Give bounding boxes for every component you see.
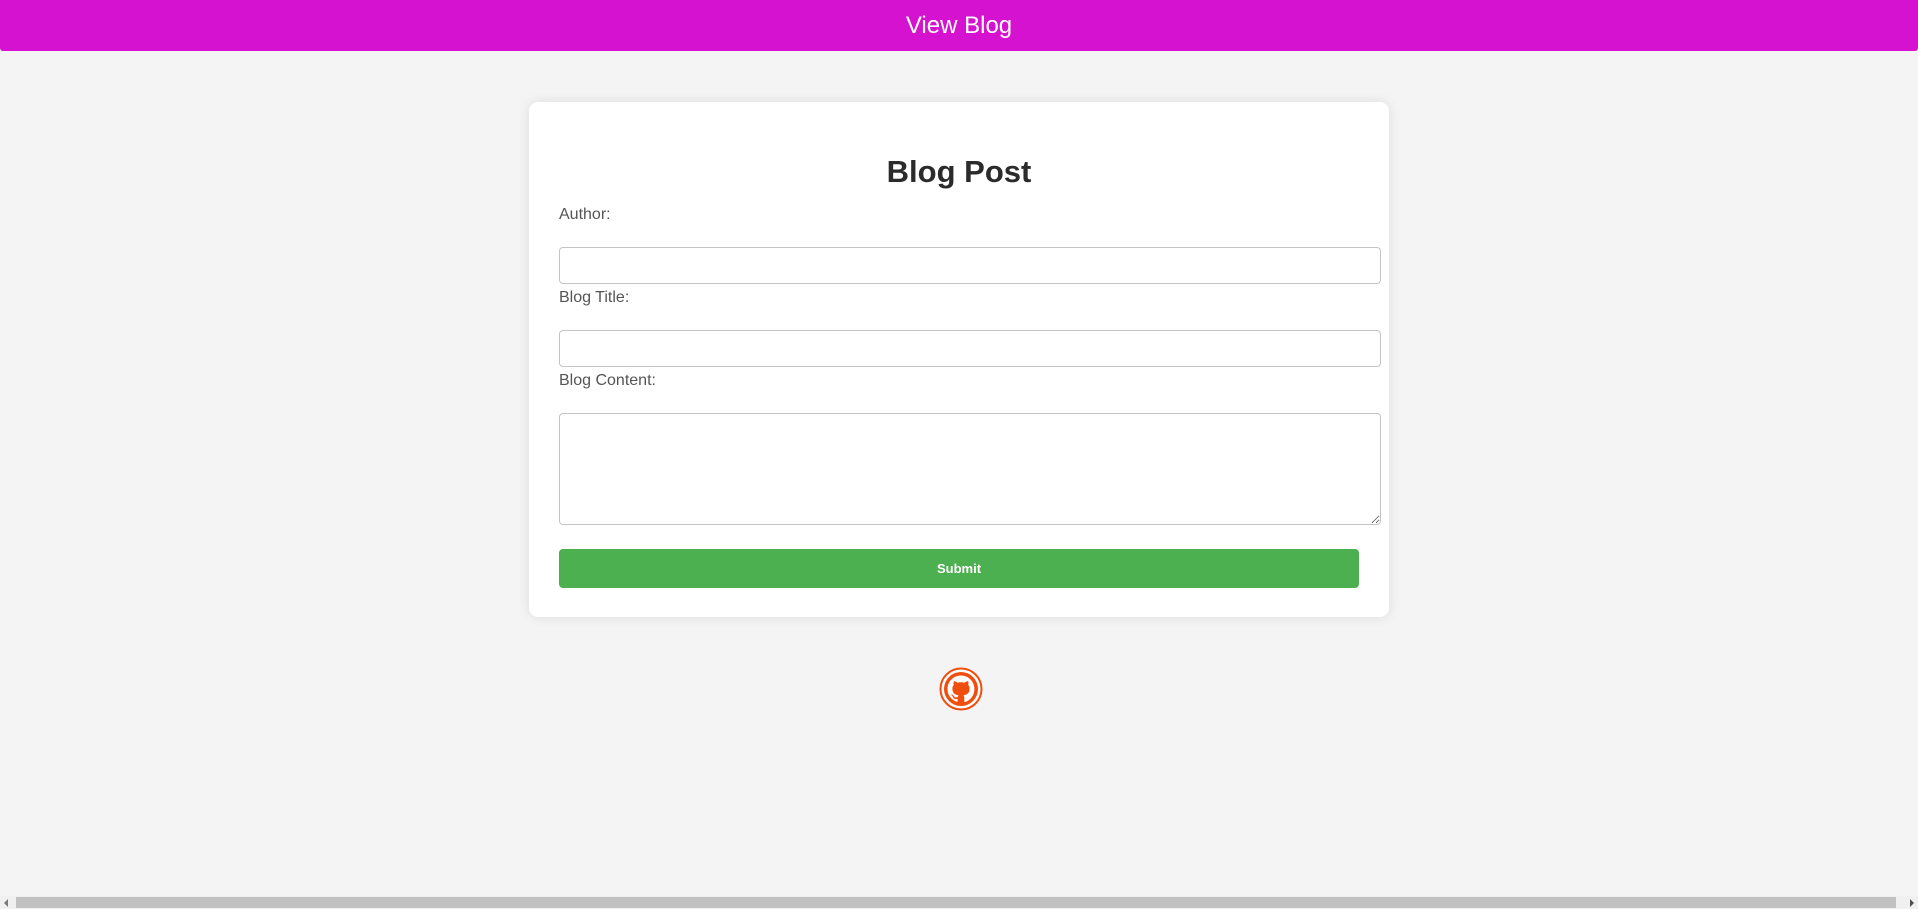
horizontal-scrollbar[interactable] — [0, 896, 1918, 909]
blog-content-label: Blog Content: — [559, 372, 656, 389]
github-icon — [939, 667, 983, 711]
blog-title-label: Blog Title: — [559, 289, 630, 306]
blog-post-form-card: Blog Post Author: Blog Title: Blog Conte… — [529, 102, 1389, 617]
author-input[interactable] — [559, 247, 1381, 284]
author-label: Author: — [559, 206, 611, 223]
submit-button[interactable]: Submit — [559, 549, 1359, 588]
blog-title-input[interactable] — [559, 330, 1381, 367]
scrollbar-thumb[interactable] — [16, 897, 1896, 908]
view-blog-link[interactable]: View Blog — [906, 12, 1012, 40]
blog-content-textarea[interactable] — [559, 413, 1381, 525]
scroll-right-arrow-icon[interactable] — [1910, 899, 1914, 907]
github-link[interactable] — [939, 667, 983, 711]
form-heading: Blog Post — [886, 154, 1032, 189]
scroll-left-arrow-icon[interactable] — [4, 899, 8, 907]
top-bar: View Blog — [0, 0, 1918, 51]
